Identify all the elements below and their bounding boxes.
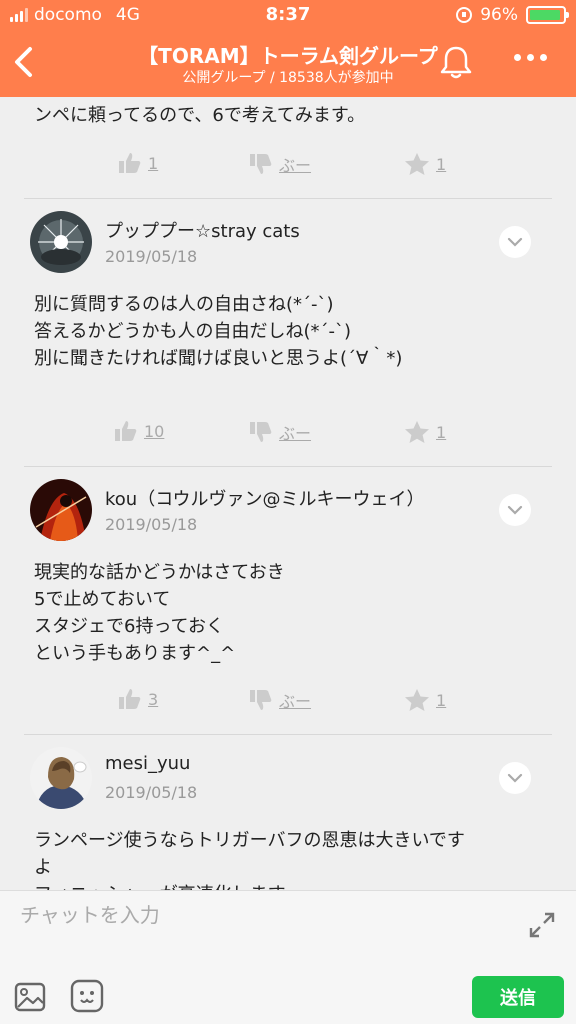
post-body: 現実的な話かどうかはさておき 5で止めておいて スタジェで6持っておく という手… — [34, 562, 285, 664]
back-arrow-icon[interactable] — [12, 46, 36, 78]
boo-button[interactable]: ぶー — [249, 152, 311, 176]
send-button[interactable]: 送信 — [472, 976, 564, 1018]
more-menu-icon[interactable] — [514, 54, 547, 61]
chat-input[interactable] — [20, 903, 500, 927]
post-date: 2019/05/18 — [105, 783, 198, 802]
star-icon — [405, 421, 429, 443]
bell-icon[interactable] — [439, 44, 473, 80]
boo-label: ぶー — [279, 156, 312, 175]
message-list[interactable]: ンペに頼ってるので、6で考えてみます。 1 ぶー 1 プッププー☆stray c… — [0, 97, 576, 890]
boo-button[interactable]: ぶー — [249, 688, 311, 712]
like-button[interactable]: 3 — [118, 688, 158, 710]
thumbs-down-icon — [250, 154, 272, 174]
avatar[interactable] — [30, 747, 92, 809]
post-body: ランページ使うならトリガーバフの恩恵は大きいです よ フィニッシャーが高速化しま… — [34, 830, 465, 890]
star-count: 1 — [436, 422, 447, 442]
boo-label: ぶー — [279, 424, 312, 443]
reaction-bar: 3 ぶー 1 — [0, 688, 576, 718]
status-bar: docomo 4G 8:37 96% — [0, 0, 576, 30]
app-header: docomo 4G 8:37 96% 【TORAM】トーラム剣グループ 公開グル… — [0, 0, 576, 97]
status-right: 96% — [456, 5, 569, 25]
favorite-button[interactable]: 1 — [404, 152, 446, 176]
thumbs-down-icon — [250, 690, 272, 710]
divider — [24, 734, 552, 735]
chevron-down-icon — [507, 773, 523, 783]
favorite-button[interactable]: 1 — [404, 420, 446, 444]
divider — [24, 198, 552, 199]
reaction-bar: 10 ぶー 1 — [0, 420, 576, 450]
boo-label: ぶー — [279, 692, 312, 711]
like-count: 1 — [148, 153, 159, 173]
star-icon — [405, 689, 429, 711]
author-name[interactable]: mesi_yuu — [105, 753, 190, 774]
author-name[interactable]: プッププー☆stray cats — [105, 217, 300, 243]
reaction-bar: 1 ぶー 1 — [0, 152, 576, 182]
post-options-button[interactable] — [499, 226, 531, 258]
author-name[interactable]: kou（コウルヴァン@ミルキーウェイ） — [105, 485, 424, 511]
like-count: 10 — [144, 421, 165, 441]
boo-button[interactable]: ぶー — [249, 420, 311, 444]
divider — [24, 466, 552, 467]
rotation-lock-icon — [456, 7, 473, 23]
post-options-button[interactable] — [499, 762, 531, 794]
partial-message-text: ンペに頼ってるので、6で考えてみます。 — [34, 105, 366, 126]
chevron-down-icon — [507, 505, 523, 515]
expand-icon[interactable] — [528, 911, 556, 939]
battery-icon — [526, 6, 569, 24]
image-icon[interactable] — [14, 981, 46, 1013]
battery-percent: 96% — [480, 5, 518, 25]
thumbs-up-icon — [119, 689, 141, 709]
thumbs-up-icon — [115, 421, 137, 441]
avatar[interactable] — [30, 479, 92, 541]
star-count: 1 — [436, 154, 447, 174]
avatar[interactable] — [30, 211, 92, 273]
like-button[interactable]: 1 — [118, 152, 158, 174]
post-date: 2019/05/18 — [105, 515, 198, 534]
emoji-icon[interactable] — [70, 979, 104, 1013]
post-body: 別に質問するのは人の自由さね(*´-`) 答えるかどうかも人の自由だしね(*´-… — [34, 294, 403, 369]
like-count: 3 — [148, 689, 159, 709]
post-options-button[interactable] — [499, 494, 531, 526]
chat-composer: 送信 — [0, 890, 576, 1024]
post-date: 2019/05/18 — [105, 247, 198, 266]
star-count: 1 — [436, 690, 447, 710]
favorite-button[interactable]: 1 — [404, 688, 446, 712]
thumbs-up-icon — [119, 153, 141, 173]
like-button[interactable]: 10 — [114, 420, 164, 442]
chevron-down-icon — [507, 237, 523, 247]
star-icon — [405, 153, 429, 175]
thumbs-down-icon — [250, 422, 272, 442]
